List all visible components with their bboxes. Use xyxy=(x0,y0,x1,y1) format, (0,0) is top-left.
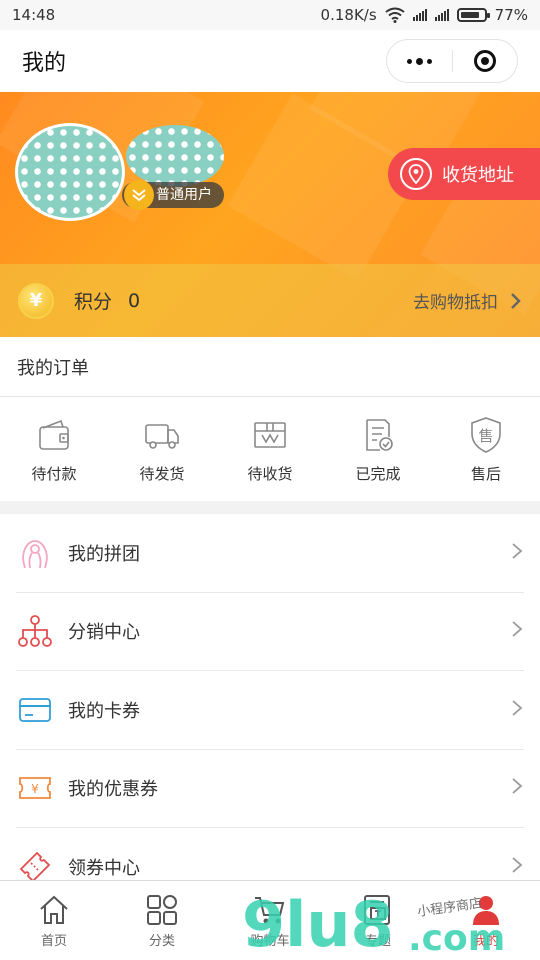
points-bar: ¥ 积分 0 去购物抵扣 xyxy=(0,264,540,337)
member-level-text: 普通用户 xyxy=(156,187,212,203)
chevron-right-icon xyxy=(510,542,524,564)
order-status-label: 已完成 xyxy=(355,464,401,483)
my-orders-title: 我的订单 xyxy=(17,357,89,379)
user-nickname-redacted xyxy=(126,125,224,187)
chevron-right-icon xyxy=(510,620,524,642)
close-mini-program-button[interactable] xyxy=(453,40,518,82)
menu-item-my-cards[interactable]: 我的卡券 xyxy=(16,671,524,750)
chevron-right-icon xyxy=(510,777,524,799)
member-level-badge: 普通用户 xyxy=(122,180,224,210)
battery-icon xyxy=(456,8,490,22)
menu-item-label: 我的拼团 xyxy=(68,543,140,565)
svg-text:售: 售 xyxy=(478,427,493,445)
order-pending-shipment[interactable]: 待发货 xyxy=(108,397,216,501)
chevron-right-icon xyxy=(510,856,524,878)
vip-chevron-icon xyxy=(124,180,154,210)
tab-label: 首页 xyxy=(40,933,67,949)
menu-item-label: 我的优惠券 xyxy=(68,779,158,801)
page-title: 我的 xyxy=(22,51,67,76)
network-speed: 0.18K/s xyxy=(320,6,377,24)
card-icon xyxy=(16,691,54,729)
order-after-sales[interactable]: 售 售后 xyxy=(432,397,540,501)
location-pin-icon xyxy=(400,158,432,190)
status-time: 14:48 xyxy=(12,6,56,24)
order-status-row: 待付款 待发货 待收货 已完成 售 售后 xyxy=(0,397,540,501)
home-icon xyxy=(40,895,68,924)
signal-icon xyxy=(412,9,427,21)
order-pending-receipt[interactable]: 待收货 xyxy=(216,397,324,501)
yen-coin-icon: ¥ xyxy=(18,282,54,319)
chevron-right-icon xyxy=(510,699,524,721)
tab-category[interactable]: 分类 xyxy=(108,881,216,960)
target-circle-icon xyxy=(473,50,496,72)
tab-label: 购物车 xyxy=(250,933,290,949)
svg-text:¥: ¥ xyxy=(31,782,39,796)
menu-item-label: 我的卡券 xyxy=(68,700,140,722)
battery-percent: 77% xyxy=(494,6,528,24)
order-status-label: 待发货 xyxy=(139,464,185,483)
tab-mine[interactable]: 我的 xyxy=(432,881,540,960)
menu-item-coupon-center[interactable]: 领券中心 xyxy=(16,828,524,880)
tab-home[interactable]: 首页 xyxy=(0,881,108,960)
shipping-address-label: 收货地址 xyxy=(442,165,514,186)
avatar[interactable] xyxy=(18,126,122,218)
more-dots-icon xyxy=(406,57,432,65)
chevron-right-icon xyxy=(511,292,521,309)
ticket-icon xyxy=(16,848,54,880)
menu-item-my-coupons[interactable]: ¥ 我的优惠券 xyxy=(16,750,524,828)
truck-icon xyxy=(145,423,179,449)
status-bar: 14:48 0.18K/s 77% xyxy=(0,0,540,30)
order-pending-payment[interactable]: 待付款 xyxy=(0,397,108,501)
my-orders-header[interactable]: 我的订单 xyxy=(0,337,540,397)
order-status-label: 待付款 xyxy=(31,464,77,483)
topic-icon xyxy=(364,894,390,925)
distribution-network-icon xyxy=(16,612,54,650)
signal-icon-2 xyxy=(434,9,449,21)
order-status-label: 待收货 xyxy=(247,464,293,483)
bottom-tab-bar: 首页 分类 购物车 专题 我的 xyxy=(0,880,540,960)
tab-label: 我的 xyxy=(472,933,499,949)
tab-topic[interactable]: 专题 xyxy=(324,881,432,960)
menu-item-distribution-center[interactable]: 分销中心 xyxy=(16,593,524,671)
profile-icon xyxy=(473,895,499,925)
tab-cart[interactable]: 购物车 xyxy=(216,881,324,960)
coupon-icon: ¥ xyxy=(16,769,54,807)
points-value: 0 xyxy=(128,289,141,312)
group-buy-icon xyxy=(16,534,54,572)
menu-item-my-group-buy[interactable]: 我的拼团 xyxy=(16,514,524,593)
cart-icon xyxy=(255,896,285,923)
completed-doc-icon xyxy=(366,418,393,451)
go-shopping-deduct-link[interactable]: 去购物抵扣 xyxy=(413,288,498,313)
tab-label: 分类 xyxy=(148,933,175,949)
menu-list: 我的拼团 分销中心 我的卡券 ¥ 我的优惠券 领券中心 xyxy=(0,514,540,880)
category-icon xyxy=(147,894,177,925)
wallet-icon xyxy=(39,419,69,450)
tab-label: 专题 xyxy=(364,933,391,949)
menu-item-label: 领券中心 xyxy=(68,858,140,880)
shipping-address-button[interactable]: 收货地址 xyxy=(388,148,540,200)
mini-program-capsule xyxy=(386,39,518,83)
order-status-label: 售后 xyxy=(470,464,501,483)
more-button[interactable] xyxy=(387,40,452,82)
title-bar: 我的 xyxy=(0,30,540,92)
order-completed[interactable]: 已完成 xyxy=(324,397,432,501)
menu-item-label: 分销中心 xyxy=(68,622,140,644)
points-label: 积分 xyxy=(74,291,113,313)
wifi-icon xyxy=(385,7,405,23)
after-sale-shield-icon: 售 xyxy=(471,416,501,453)
package-icon xyxy=(254,421,286,448)
profile-header: 普通用户 收货地址 ¥ 积分 0 去购物抵扣 xyxy=(0,92,540,337)
